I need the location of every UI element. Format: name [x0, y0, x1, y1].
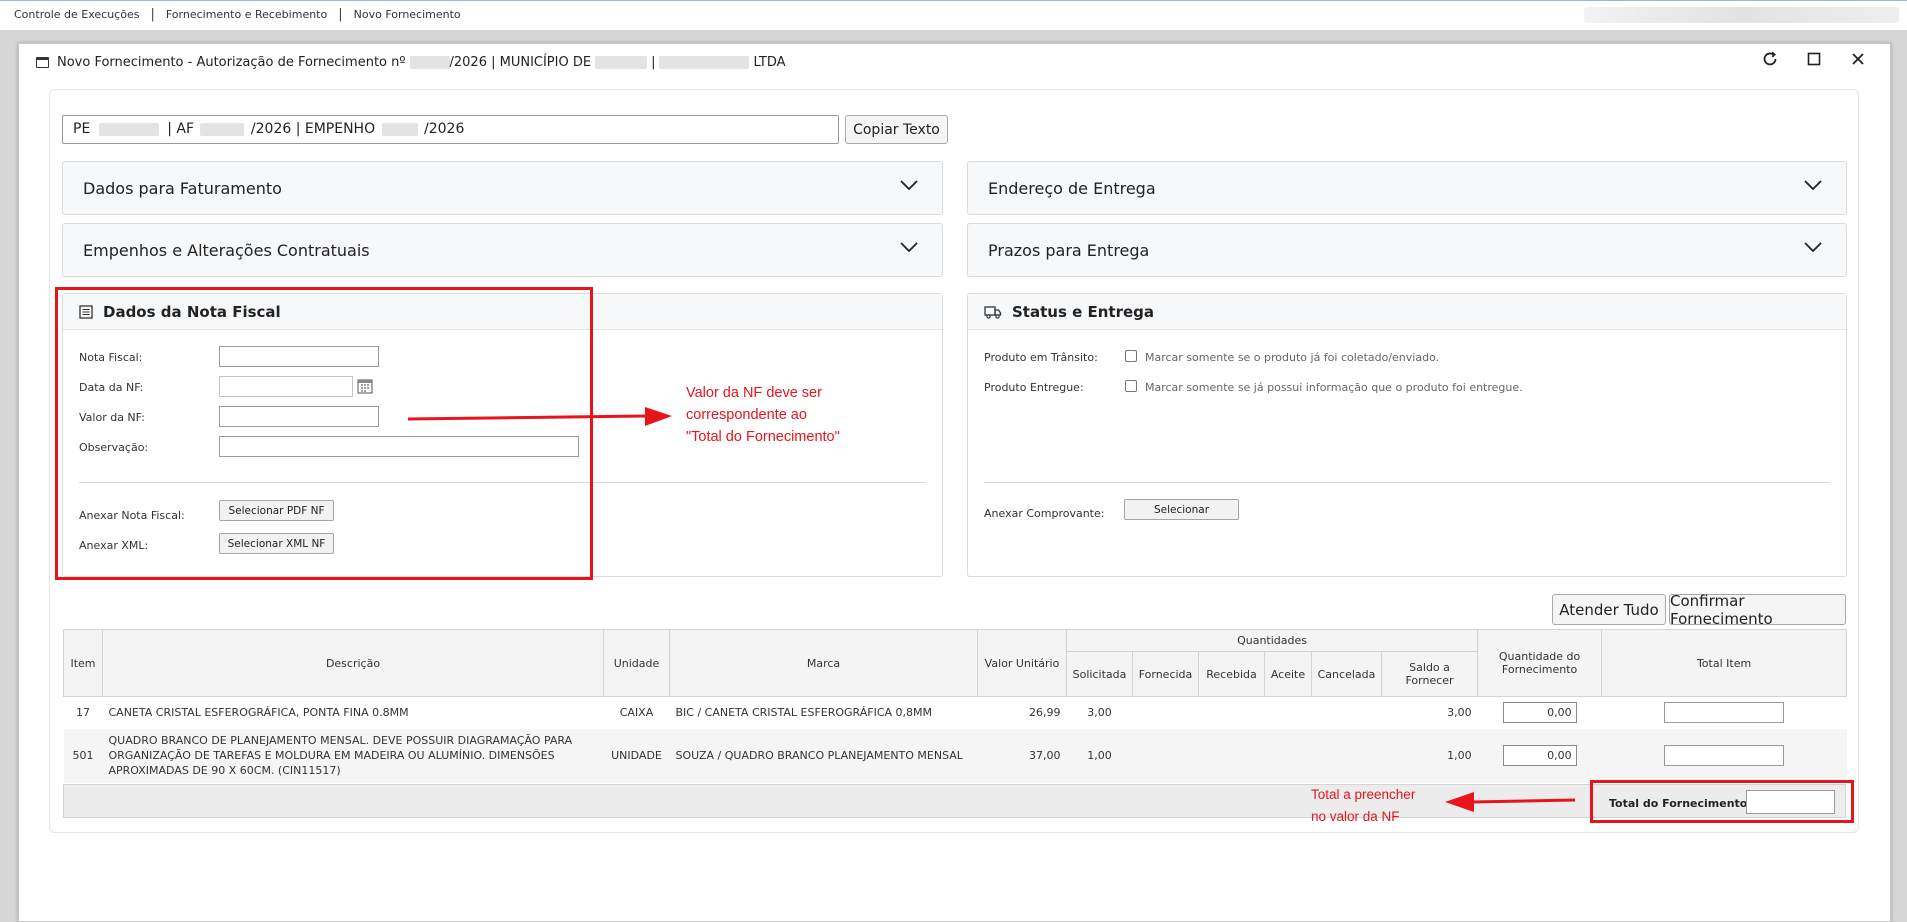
note-line: correspondente ao: [686, 407, 807, 423]
note-line: no valor da NF: [1311, 809, 1400, 824]
arrow-head-left: [1445, 792, 1474, 812]
arrow-head-right: [645, 407, 672, 426]
arrow-line-right: [407, 414, 651, 421]
annotation-arrows: [407, 407, 1576, 812]
note-line: Valor da NF deve ser: [686, 385, 822, 401]
note-line: "Total do Fornecimento": [686, 429, 840, 445]
arrow-line-left: [1471, 798, 1576, 804]
annotation-note-total: Total a preencher no valor da NF: [1311, 784, 1415, 828]
note-line: Total a preencher: [1311, 787, 1416, 802]
annotation-note-valor-nf: Valor da NF deve ser correspondente ao "…: [686, 382, 840, 448]
